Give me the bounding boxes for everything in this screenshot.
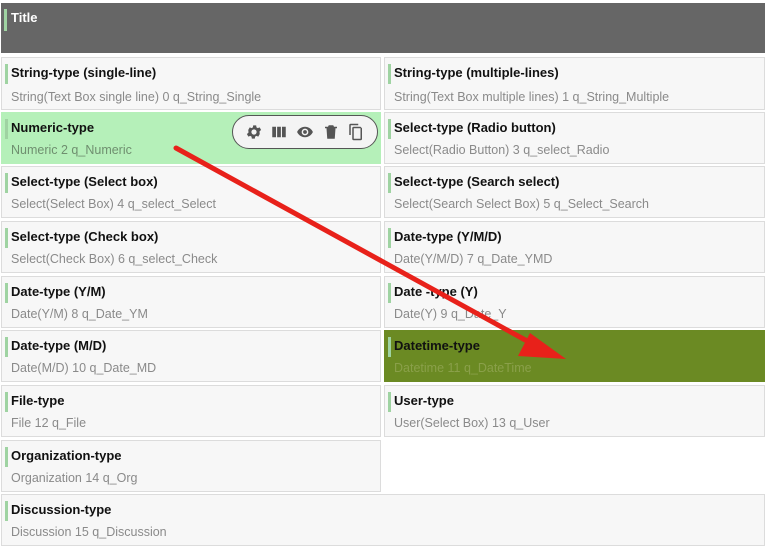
field-desc: Date(Y/M) 8 q_Date_YM	[11, 307, 148, 321]
field-accent	[5, 337, 8, 357]
field-label: Numeric-type	[11, 120, 95, 135]
field-action-toolbar	[232, 115, 378, 149]
field-label: Discussion-type	[11, 502, 112, 517]
field-label: Date -type (Y)	[394, 284, 478, 299]
title-accent-bar	[4, 9, 7, 31]
field-desc: Select(Search Select Box) 5 q_Select_Sea…	[394, 197, 649, 211]
field-date-ym[interactable]: Date-type (Y/M) Date(Y/M) 8 q_Date_YM	[1, 276, 381, 328]
trash-icon[interactable]	[321, 122, 341, 142]
field-label: Date-type (M/D)	[11, 338, 107, 353]
field-select-radio[interactable]: Select-type (Radio button) Select(Radio …	[384, 112, 765, 164]
field-label: Date-type (Y/M)	[11, 284, 106, 299]
field-label: Select-type (Select box)	[11, 174, 158, 189]
field-desc: Date(Y/M/D) 7 q_Date_YMD	[394, 252, 553, 266]
field-organization[interactable]: Organization-type Organization 14 q_Org	[1, 440, 381, 492]
field-accent	[5, 173, 8, 193]
field-accent	[5, 119, 8, 139]
field-accent	[388, 228, 391, 248]
field-desc: String(Text Box single line) 0 q_String_…	[11, 90, 262, 104]
field-label: File-type	[11, 393, 65, 408]
field-accent	[5, 392, 8, 412]
gear-icon[interactable]	[244, 122, 264, 142]
field-accent	[388, 119, 391, 139]
copy-icon[interactable]	[346, 122, 366, 142]
field-desc: File 12 q_File	[11, 416, 87, 430]
field-desc: Numeric 2 q_Numeric	[11, 143, 132, 157]
field-select-box[interactable]: Select-type (Select box) Select(Select B…	[1, 166, 381, 218]
form-title: Title	[11, 10, 38, 25]
field-date-md[interactable]: Date-type (M/D) Date(M/D) 10 q_Date_MD	[1, 330, 381, 382]
field-desc: Organization 14 q_Org	[11, 471, 138, 485]
field-accent	[388, 173, 391, 193]
columns-icon[interactable]	[269, 122, 289, 142]
field-label: Date-type (Y/M/D)	[394, 229, 502, 244]
field-string-single[interactable]: String-type (single-line) String(Text Bo…	[1, 57, 381, 110]
field-desc: Datetime 11 q_DateTime	[394, 361, 532, 375]
field-label: Datetime-type	[394, 338, 480, 353]
field-desc: String(Text Box multiple lines) 1 q_Stri…	[394, 90, 670, 104]
field-accent	[5, 447, 8, 467]
form-title-bar[interactable]: Title	[1, 3, 765, 53]
field-select-check[interactable]: Select-type (Check box) Select(Check Box…	[1, 221, 381, 273]
field-accent	[388, 337, 391, 357]
field-discussion[interactable]: Discussion-type Discussion 15 q_Discussi…	[1, 494, 765, 546]
field-label: Select-type (Radio button)	[394, 120, 556, 135]
field-desc: Select(Select Box) 4 q_select_Select	[11, 197, 216, 211]
field-accent	[5, 283, 8, 303]
field-desc: Discussion 15 q_Discussion	[11, 525, 167, 539]
field-date-y[interactable]: Date -type (Y) Date(Y) 9 q_Date_Y	[384, 276, 765, 328]
field-label: String-type (multiple-lines)	[394, 65, 559, 80]
field-label: User-type	[394, 393, 454, 408]
field-file[interactable]: File-type File 12 q_File	[1, 385, 381, 437]
field-user[interactable]: User-type User(Select Box) 13 q_User	[384, 385, 765, 437]
field-label: Select-type (Check box)	[11, 229, 159, 244]
field-accent	[388, 392, 391, 412]
field-accent	[5, 64, 8, 84]
field-accent	[5, 501, 8, 521]
field-select-search[interactable]: Select-type (Search select) Select(Searc…	[384, 166, 765, 218]
field-accent	[388, 283, 391, 303]
field-accent	[388, 64, 391, 84]
field-label: Select-type (Search select)	[394, 174, 560, 189]
field-label: String-type (single-line)	[11, 65, 157, 80]
eye-icon[interactable]	[295, 122, 315, 142]
field-accent	[5, 228, 8, 248]
field-desc: Select(Check Box) 6 q_select_Check	[11, 252, 218, 266]
field-desc: Select(Radio Button) 3 q_select_Radio	[394, 143, 610, 157]
field-date-ymd[interactable]: Date-type (Y/M/D) Date(Y/M/D) 7 q_Date_Y…	[384, 221, 765, 273]
field-label: Organization-type	[11, 448, 122, 463]
field-string-multiple[interactable]: String-type (multiple-lines) String(Text…	[384, 57, 765, 110]
field-desc: Date(Y) 9 q_Date_Y	[394, 307, 507, 321]
field-desc: User(Select Box) 13 q_User	[394, 416, 550, 430]
field-datetime[interactable]: Datetime-type Datetime 11 q_DateTime	[384, 330, 765, 382]
field-desc: Date(M/D) 10 q_Date_MD	[11, 361, 157, 375]
